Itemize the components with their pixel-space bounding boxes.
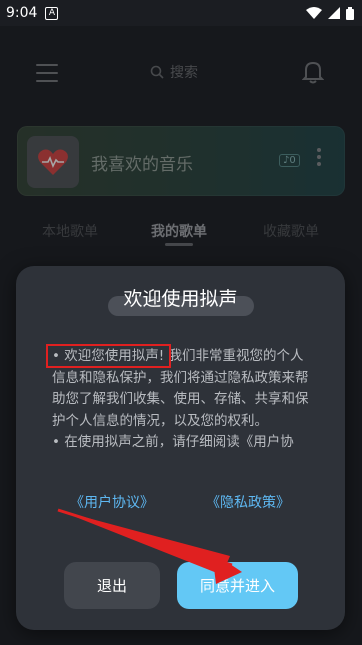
annotation-arrow bbox=[57, 508, 242, 584]
